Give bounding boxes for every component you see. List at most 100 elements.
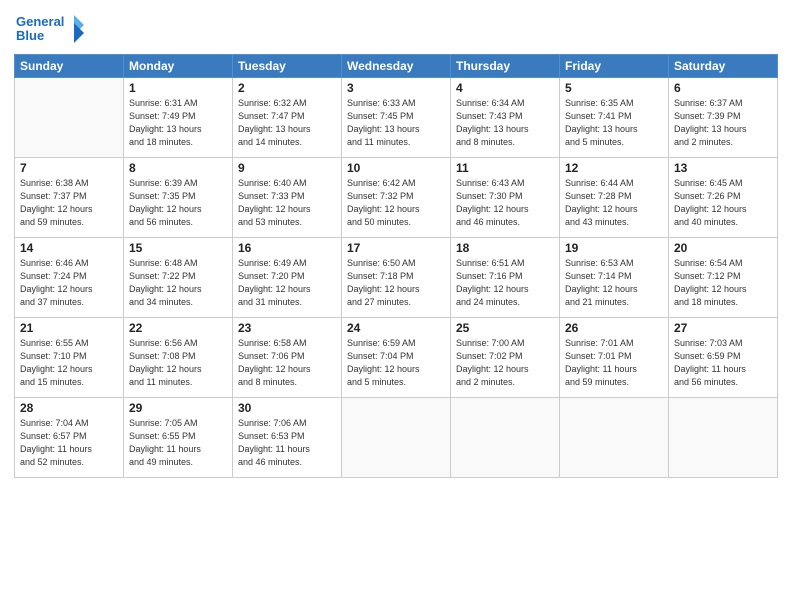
logo: General Blue	[14, 10, 84, 48]
day-info: Sunrise: 6:42 AM Sunset: 7:32 PM Dayligh…	[347, 177, 445, 229]
day-cell: 24 Sunrise: 6:59 AM Sunset: 7:04 PM Dayli…	[342, 318, 451, 398]
day-info: Sunrise: 7:00 AM Sunset: 7:02 PM Dayligh…	[456, 337, 554, 389]
day-cell: 12Sunrise: 6:44 AM Sunset: 7:28 PM Dayli…	[560, 158, 669, 238]
header: General Blue	[14, 10, 778, 48]
day-cell: 1Sunrise: 6:31 AM Sunset: 7:49 PM Daylig…	[124, 78, 233, 158]
day-number: 25	[456, 321, 554, 335]
day-number: 30	[238, 401, 336, 415]
day-info: Sunrise: 6:35 AM Sunset: 7:41 PM Dayligh…	[565, 97, 663, 149]
weekday-header-saturday: Saturday	[669, 55, 778, 78]
day-cell: 11 Sunrise: 6:43 AM Sunset: 7:30 PM Dayli…	[451, 158, 560, 238]
day-info: Sunrise: 7:01 AM Sunset: 7:01 PM Dayligh…	[565, 337, 663, 389]
day-info: Sunrise: 6:38 AM Sunset: 7:37 PM Dayligh…	[20, 177, 118, 229]
day-info: Sunrise: 6:54 AM Sunset: 7:12 PM Dayligh…	[674, 257, 772, 309]
weekday-header-sunday: Sunday	[15, 55, 124, 78]
day-number: 27	[674, 321, 772, 335]
day-cell: 22Sunrise: 6:56 AM Sunset: 7:08 PM Dayli…	[124, 318, 233, 398]
day-info: Sunrise: 7:06 AM Sunset: 6:53 PM Dayligh…	[238, 417, 336, 469]
day-number: 3	[347, 81, 445, 95]
weekday-row: SundayMondayTuesdayWednesdayThursdayFrid…	[15, 55, 778, 78]
day-cell: 26 Sunrise: 7:01 AM Sunset: 7:01 PM Dayli…	[560, 318, 669, 398]
day-number: 10	[347, 161, 445, 175]
day-info: Sunrise: 6:59 AM Sunset: 7:04 PM Dayligh…	[347, 337, 445, 389]
week-row-1: 7 Sunrise: 6:38 AM Sunset: 7:37 PM Daylig…	[15, 158, 778, 238]
day-cell: 14Sunrise: 6:46 AM Sunset: 7:24 PM Dayli…	[15, 238, 124, 318]
day-info: Sunrise: 6:51 AM Sunset: 7:16 PM Dayligh…	[456, 257, 554, 309]
day-number: 19	[565, 241, 663, 255]
weekday-header-friday: Friday	[560, 55, 669, 78]
day-info: Sunrise: 6:55 AM Sunset: 7:10 PM Dayligh…	[20, 337, 118, 389]
day-cell: 10 Sunrise: 6:42 AM Sunset: 7:32 PM Dayli…	[342, 158, 451, 238]
day-number: 12	[565, 161, 663, 175]
day-number: 9	[238, 161, 336, 175]
day-number: 26	[565, 321, 663, 335]
page: General Blue SundayMondayTuesdayWednesda…	[0, 0, 792, 612]
calendar-table: SundayMondayTuesdayWednesdayThursdayFrid…	[14, 54, 778, 478]
day-cell	[451, 398, 560, 478]
day-info: Sunrise: 7:05 AM Sunset: 6:55 PM Dayligh…	[129, 417, 227, 469]
day-cell: 8 Sunrise: 6:39 AM Sunset: 7:35 PM Daylig…	[124, 158, 233, 238]
day-info: Sunrise: 7:04 AM Sunset: 6:57 PM Dayligh…	[20, 417, 118, 469]
day-cell: 4 Sunrise: 6:34 AM Sunset: 7:43 PM Daylig…	[451, 78, 560, 158]
day-info: Sunrise: 6:53 AM Sunset: 7:14 PM Dayligh…	[565, 257, 663, 309]
day-info: Sunrise: 6:37 AM Sunset: 7:39 PM Dayligh…	[674, 97, 772, 149]
day-cell: 23 Sunrise: 6:58 AM Sunset: 7:06 PM Dayli…	[233, 318, 342, 398]
day-cell	[15, 78, 124, 158]
day-number: 23	[238, 321, 336, 335]
day-cell: 6 Sunrise: 6:37 AM Sunset: 7:39 PM Daylig…	[669, 78, 778, 158]
day-cell: 30 Sunrise: 7:06 AM Sunset: 6:53 PM Dayli…	[233, 398, 342, 478]
calendar-header: SundayMondayTuesdayWednesdayThursdayFrid…	[15, 55, 778, 78]
day-cell: 25 Sunrise: 7:00 AM Sunset: 7:02 PM Dayli…	[451, 318, 560, 398]
day-number: 18	[456, 241, 554, 255]
day-cell: 21 Sunrise: 6:55 AM Sunset: 7:10 PM Dayli…	[15, 318, 124, 398]
svg-text:Blue: Blue	[16, 28, 44, 43]
day-cell: 17Sunrise: 6:50 AM Sunset: 7:18 PM Dayli…	[342, 238, 451, 318]
day-info: Sunrise: 6:50 AM Sunset: 7:18 PM Dayligh…	[347, 257, 445, 309]
day-info: Sunrise: 6:31 AM Sunset: 7:49 PM Dayligh…	[129, 97, 227, 149]
day-cell: 20Sunrise: 6:54 AM Sunset: 7:12 PM Dayli…	[669, 238, 778, 318]
day-number: 15	[129, 241, 227, 255]
day-info: Sunrise: 6:39 AM Sunset: 7:35 PM Dayligh…	[129, 177, 227, 229]
day-info: Sunrise: 7:03 AM Sunset: 6:59 PM Dayligh…	[674, 337, 772, 389]
day-cell: 13Sunrise: 6:45 AM Sunset: 7:26 PM Dayli…	[669, 158, 778, 238]
week-row-4: 28Sunrise: 7:04 AM Sunset: 6:57 PM Dayli…	[15, 398, 778, 478]
day-info: Sunrise: 6:56 AM Sunset: 7:08 PM Dayligh…	[129, 337, 227, 389]
day-info: Sunrise: 6:40 AM Sunset: 7:33 PM Dayligh…	[238, 177, 336, 229]
day-cell: 7 Sunrise: 6:38 AM Sunset: 7:37 PM Daylig…	[15, 158, 124, 238]
day-info: Sunrise: 6:58 AM Sunset: 7:06 PM Dayligh…	[238, 337, 336, 389]
day-cell: 15 Sunrise: 6:48 AM Sunset: 7:22 PM Dayli…	[124, 238, 233, 318]
day-number: 24	[347, 321, 445, 335]
day-cell: 3 Sunrise: 6:33 AM Sunset: 7:45 PM Daylig…	[342, 78, 451, 158]
day-cell: 28Sunrise: 7:04 AM Sunset: 6:57 PM Dayli…	[15, 398, 124, 478]
day-number: 7	[20, 161, 118, 175]
day-info: Sunrise: 6:33 AM Sunset: 7:45 PM Dayligh…	[347, 97, 445, 149]
day-number: 16	[238, 241, 336, 255]
day-number: 2	[238, 81, 336, 95]
day-number: 4	[456, 81, 554, 95]
weekday-header-wednesday: Wednesday	[342, 55, 451, 78]
day-number: 6	[674, 81, 772, 95]
logo-svg: General Blue	[14, 10, 84, 48]
calendar-body: 1Sunrise: 6:31 AM Sunset: 7:49 PM Daylig…	[15, 78, 778, 478]
day-info: Sunrise: 6:48 AM Sunset: 7:22 PM Dayligh…	[129, 257, 227, 309]
day-info: Sunrise: 6:46 AM Sunset: 7:24 PM Dayligh…	[20, 257, 118, 309]
week-row-0: 1Sunrise: 6:31 AM Sunset: 7:49 PM Daylig…	[15, 78, 778, 158]
svg-text:General: General	[16, 14, 64, 29]
day-cell: 27 Sunrise: 7:03 AM Sunset: 6:59 PM Dayli…	[669, 318, 778, 398]
day-cell	[669, 398, 778, 478]
day-cell: 29Sunrise: 7:05 AM Sunset: 6:55 PM Dayli…	[124, 398, 233, 478]
day-cell: 9 Sunrise: 6:40 AM Sunset: 7:33 PM Daylig…	[233, 158, 342, 238]
day-cell: 16Sunrise: 6:49 AM Sunset: 7:20 PM Dayli…	[233, 238, 342, 318]
day-cell	[342, 398, 451, 478]
day-info: Sunrise: 6:32 AM Sunset: 7:47 PM Dayligh…	[238, 97, 336, 149]
day-number: 8	[129, 161, 227, 175]
day-number: 5	[565, 81, 663, 95]
day-number: 21	[20, 321, 118, 335]
day-info: Sunrise: 6:34 AM Sunset: 7:43 PM Dayligh…	[456, 97, 554, 149]
weekday-header-thursday: Thursday	[451, 55, 560, 78]
day-info: Sunrise: 6:45 AM Sunset: 7:26 PM Dayligh…	[674, 177, 772, 229]
day-cell	[560, 398, 669, 478]
day-number: 11	[456, 161, 554, 175]
week-row-3: 21 Sunrise: 6:55 AM Sunset: 7:10 PM Dayli…	[15, 318, 778, 398]
day-info: Sunrise: 6:43 AM Sunset: 7:30 PM Dayligh…	[456, 177, 554, 229]
